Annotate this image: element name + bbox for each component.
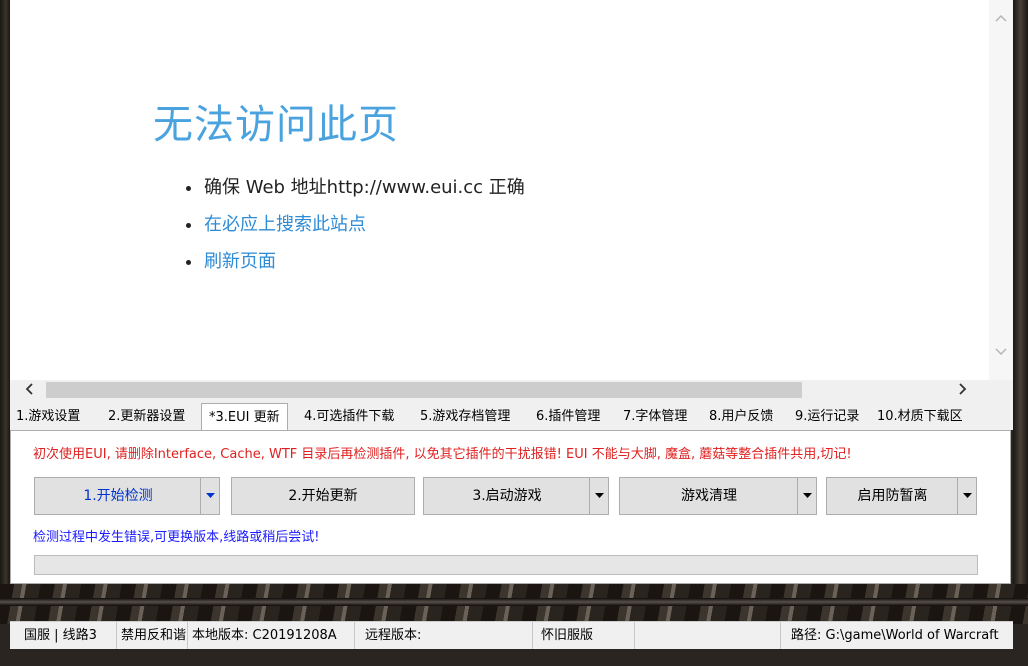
chevron-up-icon[interactable]: [989, 6, 1013, 30]
tab-font-management[interactable]: 7.字体管理: [621, 405, 689, 429]
tab-plugin-management[interactable]: 6.插件管理: [534, 405, 602, 429]
suggestion-check-url: 确保 Web 地址http://www.eui.cc 正确: [186, 174, 525, 211]
start-check-label: 1.开始检测: [83, 488, 153, 504]
scrollbar-corner: [989, 380, 1013, 400]
decorative-band: [0, 598, 1028, 606]
browser-horizontal-scrollbar[interactable]: [10, 380, 989, 400]
chevron-left-icon[interactable]: [16, 380, 42, 400]
tab-game-settings[interactable]: 1.游戏设置: [14, 405, 82, 429]
start-check-button[interactable]: 1.开始检测: [34, 477, 220, 515]
eui-update-panel: 初次使用EUI, 请删除Interface, Cache, WTF 目录后再检测…: [10, 430, 1011, 584]
tab-bar: 1.游戏设置 2.更新器设置 *3.EUI 更新 4.可选插件下载 5.游戏存档…: [10, 400, 1013, 431]
progress-bar: [34, 555, 978, 575]
start-update-button[interactable]: 2.开始更新: [231, 477, 415, 515]
chevron-down-icon[interactable]: [989, 340, 1013, 364]
launch-game-label: 3.启动游戏: [472, 488, 542, 504]
error-suggestions: 确保 Web 地址http://www.eui.cc 正确 在必应上搜索此站点 …: [186, 174, 525, 285]
start-update-label: 2.开始更新: [288, 488, 358, 504]
status-empty-panel: [635, 622, 781, 649]
tab-eui-update[interactable]: *3.EUI 更新: [201, 403, 288, 431]
error-title: 无法访问此页: [153, 102, 399, 148]
caret-down-icon[interactable]: [957, 478, 976, 514]
window-right-border: [1013, 0, 1028, 600]
tab-user-feedback[interactable]: 8.用户反馈: [707, 405, 775, 429]
tab-optional-plugins[interactable]: 4.可选插件下载: [302, 405, 396, 429]
horizontal-scroll-thumb[interactable]: [46, 382, 802, 398]
caret-down-icon[interactable]: [589, 478, 608, 514]
game-cleanup-button[interactable]: 游戏清理: [619, 477, 817, 515]
tab-texture-download[interactable]: 10.材质下载区: [875, 405, 965, 429]
window-bottom-border: [0, 649, 1028, 666]
status-info-message: 检测过程中发生错误,可更换版本,线路或稍后尝试!: [33, 530, 320, 545]
embedded-browser: 无法访问此页 确保 Web 地址http://www.eui.cc 正确 在必应…: [10, 0, 1013, 400]
decorative-chain-border: [0, 584, 1028, 624]
anti-afk-button[interactable]: 启用防暂离: [826, 477, 977, 515]
status-remote-version: 远程版本:: [355, 622, 533, 649]
caret-down-icon[interactable]: [797, 478, 816, 514]
tab-updater-settings[interactable]: 2.更新器设置: [106, 405, 187, 429]
game-cleanup-label: 游戏清理: [681, 488, 737, 504]
status-local-version: 本地版本: C20191208A: [188, 622, 355, 649]
window-left-border: [0, 0, 10, 600]
status-game-path: 路径: G:\game\World of Warcraft: [791, 628, 999, 643]
suggestion-search-bing-link[interactable]: 在必应上搜索此站点: [186, 211, 525, 248]
status-anti-harmony: 禁用反和谐: [117, 622, 188, 649]
suggestion-refresh-link[interactable]: 刷新页面: [186, 248, 525, 285]
tab-save-management[interactable]: 5.游戏存档管理: [418, 405, 512, 429]
warning-message: 初次使用EUI, 请删除Interface, Cache, WTF 目录后再检测…: [33, 447, 852, 462]
status-region-line: 国服 | 线路3: [10, 622, 117, 649]
launch-game-button[interactable]: 3.启动游戏: [423, 477, 609, 515]
caret-down-icon[interactable]: [200, 478, 219, 514]
tab-run-log[interactable]: 9.运行记录: [793, 405, 861, 429]
status-server-type: 怀旧服版: [533, 622, 635, 649]
chevron-right-icon[interactable]: [950, 380, 976, 400]
browser-vertical-scrollbar[interactable]: [989, 0, 1013, 380]
anti-afk-label: 启用防暂离: [857, 488, 928, 504]
status-bar: 国服 | 线路3 禁用反和谐 本地版本: C20191208A 远程版本: 怀旧…: [10, 621, 1013, 649]
